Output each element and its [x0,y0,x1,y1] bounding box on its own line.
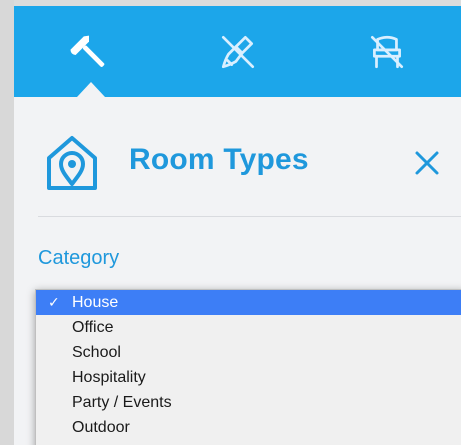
option-hospitality[interactable]: Hospitality [36,365,461,390]
hammer-icon [69,35,104,67]
room-types-panel: Room Types Category ✓ House Office Schoo… [14,6,461,445]
house-location-icon [47,136,97,190]
option-label: Office [72,319,114,336]
option-office[interactable]: Office [36,315,461,340]
option-outdoor[interactable]: Outdoor [36,415,461,440]
option-school[interactable]: School [36,340,461,365]
option-house[interactable]: ✓ House [36,290,461,315]
window-background-right [461,0,474,445]
tool-tabs-bar [14,6,461,97]
option-label: Hospitality [72,369,146,386]
close-icon[interactable] [409,145,445,181]
panel-header: Room Types [14,114,461,214]
panel-title: Room Types [129,143,309,176]
tab-furniture[interactable] [312,6,461,97]
option-label: Outdoor [72,419,130,436]
window-background-left [0,0,14,445]
chair-off-icon [370,35,403,68]
header-divider [38,216,461,217]
tab-paint[interactable] [163,6,312,97]
checkmark-icon: ✓ [48,294,60,310]
option-label: House [72,294,119,311]
category-label: Category [38,247,120,269]
option-party-events[interactable]: Party / Events [36,390,461,415]
active-tab-indicator [77,82,105,97]
paint-brush-off-icon [221,35,254,68]
option-label: Party / Events [72,394,172,411]
option-label: School [72,344,121,361]
category-dropdown-menu: ✓ House Office School Hospitality Party … [35,289,461,445]
